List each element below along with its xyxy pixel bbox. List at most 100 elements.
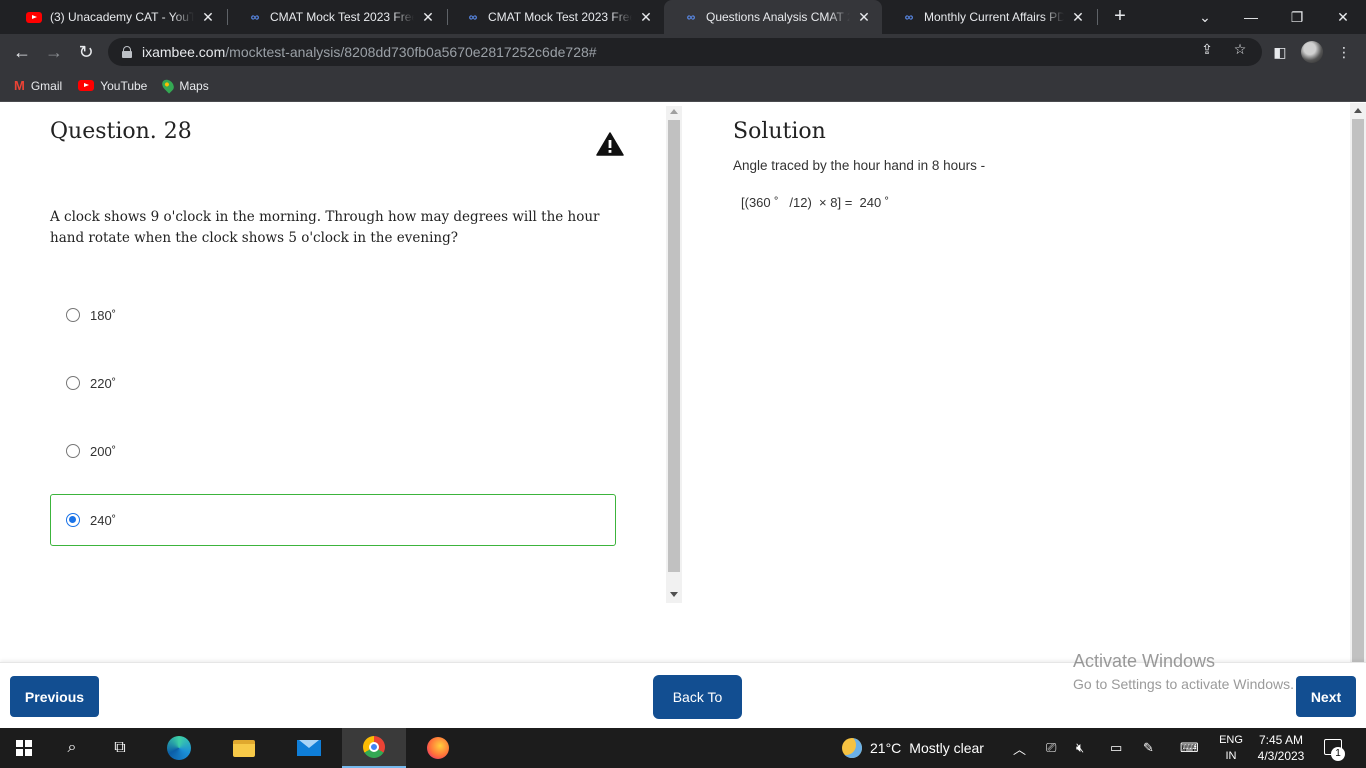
- address-bar[interactable]: ixambee.com/mocktest-analysis/8208dd730f…: [108, 38, 1262, 66]
- tab-title: (3) Unacademy CAT - YouTube: [50, 10, 194, 24]
- bookmark-youtube[interactable]: YouTube: [78, 79, 147, 93]
- close-icon[interactable]: ✕: [420, 9, 436, 26]
- page-content: Question. 28 A clock shows 9 o'clock in …: [0, 103, 1366, 728]
- minimize-icon[interactable]: —: [1228, 0, 1274, 34]
- weather-widget[interactable]: 21°C Mostly clear: [842, 728, 984, 768]
- previous-button[interactable]: Previous: [10, 676, 99, 717]
- solution-text: Angle traced by the hour hand in 8 hours…: [733, 158, 986, 173]
- clock-date: 4/3/2023: [1257, 749, 1305, 763]
- option-1[interactable]: 180˚: [50, 289, 616, 341]
- watermark-line-1: Activate Windows: [1073, 651, 1216, 671]
- back-arrow-icon[interactable]: ←: [10, 40, 34, 64]
- option-3[interactable]: 200˚: [50, 425, 616, 477]
- option-label: 240˚: [90, 512, 117, 528]
- tab-cmat-mock-2[interactable]: ∞ CMAT Mock Test 2023 Free: Free ✕: [446, 0, 664, 34]
- meet-now-icon[interactable]: ⎚: [1046, 728, 1056, 768]
- youtube-icon: [26, 9, 42, 25]
- solution-formula: [(360 ˚ /12) × 8] = 240 ˚: [741, 195, 890, 210]
- weather-temp: 21°C: [870, 740, 902, 756]
- tab-youtube[interactable]: (3) Unacademy CAT - YouTube ✕: [8, 0, 226, 34]
- language-indicator[interactable]: ENG IN: [1213, 732, 1249, 764]
- radio-button[interactable]: [66, 308, 80, 322]
- search-icon[interactable]: ⌕: [48, 728, 96, 768]
- question-text: A clock shows 9 o'clock in the morning. …: [50, 209, 600, 246]
- battery-icon[interactable]: ▭: [1110, 728, 1122, 768]
- ixambee-icon: ∞: [904, 10, 913, 24]
- back-to-button[interactable]: Back To: [653, 675, 742, 719]
- firefox-icon[interactable]: [414, 728, 462, 768]
- profile-avatar[interactable]: [1301, 41, 1323, 63]
- scrollbar-thumb[interactable]: [1352, 119, 1364, 663]
- scroll-up-arrow-icon[interactable]: [1354, 108, 1362, 113]
- scroll-down-arrow-icon[interactable]: [670, 592, 678, 597]
- mail-icon[interactable]: [285, 728, 333, 768]
- tab-questions-analysis[interactable]: ∞ Questions Analysis CMAT 2023 ✕: [664, 0, 882, 34]
- browser-tab-strip: (3) Unacademy CAT - YouTube ✕ ∞ CMAT Moc…: [0, 0, 1366, 34]
- close-icon[interactable]: ✕: [856, 9, 872, 26]
- reload-icon[interactable]: ↻: [74, 40, 98, 64]
- bookmark-star-icon[interactable]: ☆: [1231, 40, 1249, 58]
- forward-arrow-icon[interactable]: →: [42, 40, 66, 64]
- windows-logo-icon: [16, 740, 32, 756]
- tab-current-affairs[interactable]: ∞ Monthly Current Affairs PDF | ✕: [882, 0, 1096, 34]
- option-4-selected[interactable]: 240˚: [50, 494, 616, 546]
- close-icon[interactable]: ✕: [638, 9, 654, 26]
- kebab-menu-icon[interactable]: ⋮: [1334, 42, 1354, 62]
- page-scrollbar[interactable]: [1350, 103, 1366, 663]
- watermark-line-2: Go to Settings to activate Windows.: [1073, 676, 1294, 692]
- option-2[interactable]: 220˚: [50, 357, 616, 409]
- restore-icon[interactable]: ❐: [1274, 0, 1320, 34]
- ixambee-icon: ∞: [250, 10, 259, 24]
- show-hidden-icons-chevron-icon[interactable]: ︿: [1013, 728, 1026, 768]
- radio-button-selected[interactable]: [66, 513, 80, 527]
- next-button[interactable]: Next: [1296, 676, 1356, 717]
- url-host: ixambee.com: [142, 44, 226, 60]
- close-icon[interactable]: ✕: [200, 9, 216, 26]
- region-code: IN: [1225, 750, 1237, 762]
- youtube-icon: [78, 80, 95, 91]
- chrome-icon[interactable]: [342, 728, 406, 768]
- radio-button[interactable]: [66, 444, 80, 458]
- scrollbar-thumb[interactable]: [668, 120, 680, 572]
- option-label: 220˚: [90, 375, 117, 391]
- report-warning-icon[interactable]: [596, 132, 624, 156]
- task-view-icon[interactable]: ⧉: [96, 728, 144, 768]
- bookmark-gmail[interactable]: M Gmail: [14, 78, 62, 93]
- window-close-icon[interactable]: ✕: [1320, 0, 1366, 34]
- start-button[interactable]: [0, 728, 48, 768]
- bookmark-label: Gmail: [30, 78, 63, 93]
- bookmark-label: YouTube: [100, 78, 148, 93]
- question-title: Question. 28: [50, 119, 192, 144]
- gmail-icon: M: [14, 78, 25, 93]
- ixambee-icon: ∞: [686, 10, 695, 24]
- file-explorer-icon[interactable]: [220, 728, 268, 768]
- side-panel-icon[interactable]: ◧: [1270, 42, 1290, 62]
- system-clock[interactable]: 7:45 AM 4/3/2023: [1250, 732, 1312, 764]
- tab-cmat-mock-1[interactable]: ∞ CMAT Mock Test 2023 Free: Free ✕: [228, 0, 446, 34]
- new-tab-plus-icon[interactable]: +: [1108, 4, 1132, 28]
- edge-browser-icon[interactable]: [155, 728, 203, 768]
- bookmark-maps[interactable]: Maps: [160, 77, 209, 94]
- notification-count-badge: 1: [1331, 747, 1345, 761]
- tab-search-chevron-icon[interactable]: ⌄: [1182, 0, 1228, 34]
- scroll-up-arrow-icon[interactable]: [670, 109, 678, 114]
- touch-keyboard-icon[interactable]: ⌨: [1180, 728, 1199, 768]
- solution-title: Solution: [733, 119, 826, 144]
- share-icon[interactable]: ⇪: [1198, 40, 1216, 58]
- radio-button[interactable]: [66, 376, 80, 390]
- ixambee-icon: ∞: [468, 10, 477, 24]
- weather-text: Mostly clear: [909, 740, 984, 756]
- browser-toolbar: ← → ↻ ixambee.com/mocktest-analysis/8208…: [0, 34, 1366, 70]
- volume-muted-icon[interactable]: 🔇︎: [1076, 728, 1084, 768]
- screen: (3) Unacademy CAT - YouTube ✕ ∞ CMAT Moc…: [0, 0, 1366, 768]
- language-code: ENG: [1219, 734, 1243, 746]
- close-icon[interactable]: ✕: [1070, 9, 1086, 26]
- clock-time: 7:45 AM: [1258, 733, 1304, 747]
- option-label: 180˚: [90, 307, 117, 323]
- bookmarks-bar: M Gmail YouTube Maps: [0, 70, 1366, 102]
- lock-icon[interactable]: [122, 46, 132, 58]
- windows-taskbar: ⌕ ⧉ 21°C Mostly clear ︿ ⎚ 🔇︎ ▭ ✎ ⌨ ENG I…: [0, 728, 1366, 768]
- pen-workspace-icon[interactable]: ✎: [1143, 728, 1154, 768]
- weather-moon-icon: [842, 738, 862, 758]
- question-panel-scrollbar[interactable]: [666, 106, 682, 603]
